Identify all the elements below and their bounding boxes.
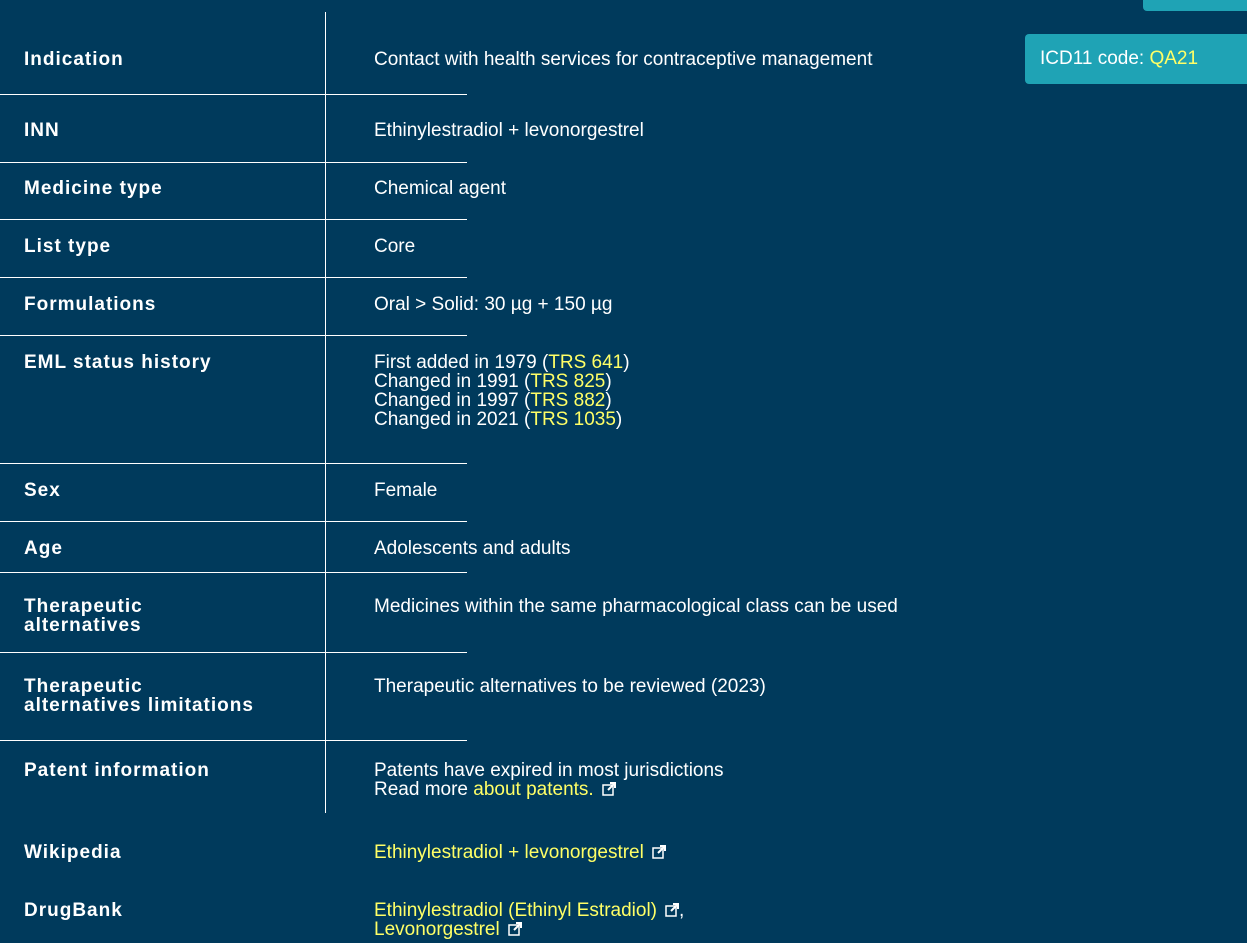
separator	[0, 652, 467, 653]
formulations-value: Oral > Solid: 30 µg + 150 µg	[374, 294, 613, 315]
wikipedia-label: Wikipedia	[24, 842, 122, 863]
medicine-type-value: Chemical agent	[374, 178, 507, 199]
external-link-icon[interactable]	[665, 903, 680, 917]
therapeutic-alternatives-limitations-value: Therapeutic alternatives to be reviewed …	[374, 676, 766, 697]
separator	[0, 463, 467, 464]
drugbank-label: DrugBank	[24, 900, 123, 921]
drugbank-link[interactable]: Ethinylestradiol (Ethinyl Estradiol)	[374, 900, 657, 921]
eml-status-entry: Changed in 2021 (TRS 1035)	[374, 409, 623, 430]
external-link-icon[interactable]	[507, 922, 522, 936]
patent-information-label: Patent information	[24, 760, 210, 781]
separator	[0, 277, 467, 278]
trs-link[interactable]: TRS 825	[530, 371, 605, 392]
drugbank-value: Ethinylestradiol (Ethinyl Estradiol), Le…	[374, 900, 685, 940]
corner-tab[interactable]	[1143, 0, 1247, 11]
eml-status-label: EML status history	[24, 352, 212, 373]
separator	[0, 740, 467, 741]
therapeutic-alternatives-label: Therapeutic alternatives	[24, 596, 143, 636]
eml-status-entry: Changed in 1991 (TRS 825)	[374, 371, 612, 392]
therapeutic-alternatives-limitations-label: Therapeutic alternatives limitations	[24, 676, 254, 716]
list-type-label: List type	[24, 236, 112, 257]
age-label: Age	[24, 538, 63, 559]
formulations-label: Formulations	[24, 294, 157, 315]
separator	[0, 94, 467, 95]
separator	[0, 162, 467, 163]
separator	[0, 219, 467, 220]
wikipedia-value: Ethinylestradiol + levonorgestrel	[374, 843, 666, 862]
drugbank-link[interactable]: Levonorgestrel	[374, 919, 500, 940]
indication-label: Indication	[24, 49, 124, 70]
icd11-badge: ICD11 code: QA21	[1025, 34, 1247, 84]
trs-link[interactable]: TRS 641	[548, 352, 623, 373]
eml-status-list: First added in 1979 (TRS 641) Changed in…	[374, 353, 630, 429]
inn-label: INN	[24, 120, 60, 141]
therapeutic-alternatives-value: Medicines within the same pharmacologica…	[374, 596, 898, 617]
eml-status-entry: First added in 1979 (TRS 641)	[374, 352, 630, 373]
patent-information-value: Patents have expired in most jurisdictio…	[374, 760, 724, 800]
wikipedia-link[interactable]: Ethinylestradiol + levonorgestrel	[374, 842, 644, 863]
inn-value: Ethinylestradiol + levonorgestrel	[374, 120, 644, 141]
trs-link[interactable]: TRS 882	[530, 390, 605, 411]
separator	[0, 521, 467, 522]
sex-value: Female	[374, 480, 438, 501]
icd11-code-link[interactable]: QA21	[1149, 48, 1198, 69]
about-patents-link[interactable]: about patents.	[473, 779, 593, 800]
sex-label: Sex	[24, 480, 61, 501]
eml-status-entry: Changed in 1997 (TRS 882)	[374, 390, 612, 411]
indication-value: Contact with health services for contrac…	[374, 49, 873, 70]
column-divider	[325, 12, 326, 813]
external-link-icon[interactable]	[652, 845, 666, 859]
medicine-type-label: Medicine type	[24, 178, 163, 199]
age-value: Adolescents and adults	[374, 538, 571, 559]
separator	[0, 572, 467, 573]
separator	[0, 335, 467, 336]
trs-link[interactable]: TRS 1035	[530, 409, 616, 430]
external-link-icon[interactable]	[601, 782, 616, 796]
icd11-prefix: ICD11 code:	[1040, 48, 1150, 69]
list-type-value: Core	[374, 236, 416, 257]
